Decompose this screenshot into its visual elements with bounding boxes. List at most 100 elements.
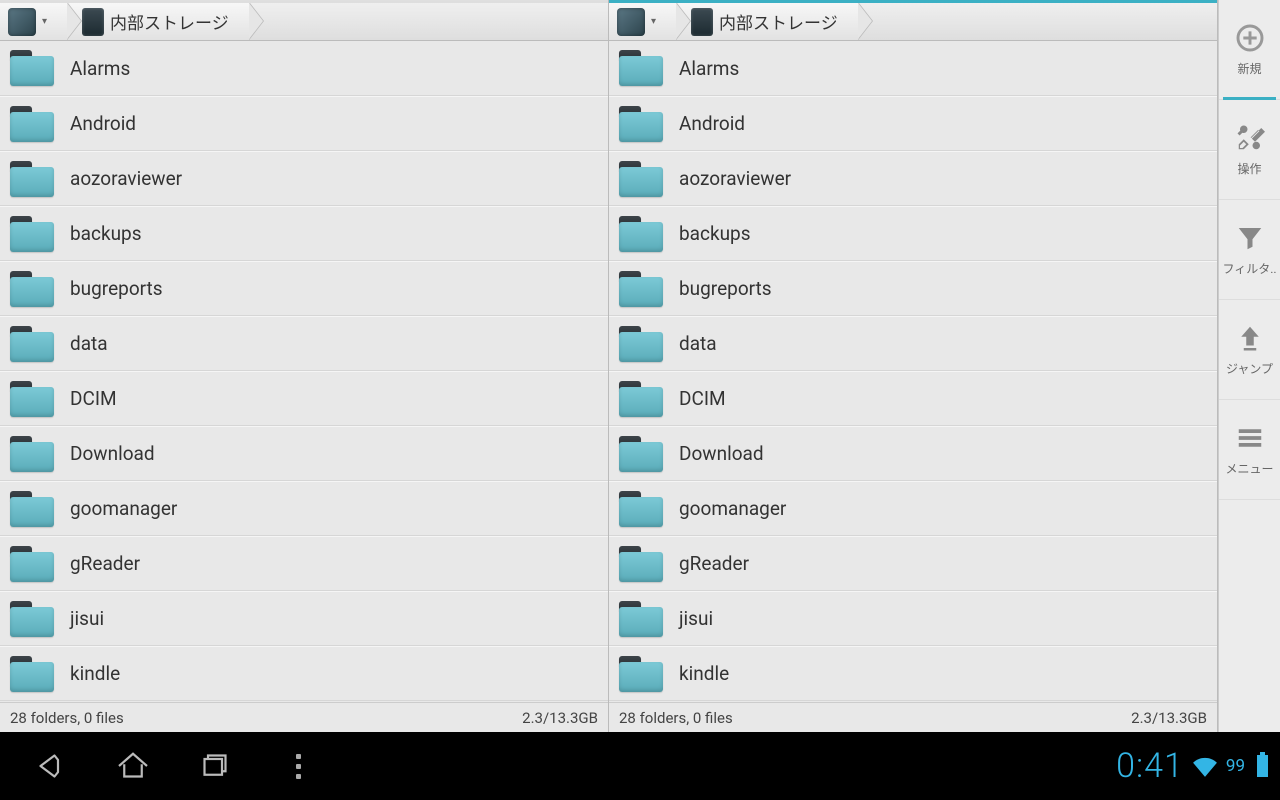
folder-icon [619, 106, 663, 142]
action-sidebar: 新規 操作 フィルタ.. ジャンプ メニュー [1218, 0, 1280, 732]
battery-icon [1257, 755, 1268, 777]
storage-icon [82, 8, 104, 36]
list-item[interactable]: gReader [609, 536, 1217, 591]
filter-icon [1234, 222, 1266, 254]
sidebar-label: メニュー [1225, 460, 1273, 477]
folder-name: data [679, 332, 717, 355]
sidebar-label: 新規 [1237, 60, 1261, 77]
list-item[interactable]: gReader [0, 536, 608, 591]
file-pane-right: ▾ 内部ストレージ Alarms Android aozoraviewer backu… [609, 0, 1218, 732]
sidebar-label: ジャンプ [1226, 360, 1273, 377]
list-item[interactable]: backups [0, 206, 608, 261]
list-item[interactable]: DCIM [609, 371, 1217, 426]
folder-name: Android [70, 112, 136, 135]
folder-icon [619, 436, 663, 472]
folder-icon [10, 271, 54, 307]
file-list[interactable]: Alarms Android aozoraviewer backups bugrepor… [609, 41, 1217, 702]
status-usage: 2.3/13.3GB [522, 709, 598, 727]
back-icon[interactable] [30, 745, 72, 787]
list-item[interactable]: goomanager [609, 481, 1217, 536]
folder-icon [10, 161, 54, 197]
folder-name: Alarms [70, 57, 130, 80]
list-item[interactable]: Download [609, 426, 1217, 481]
folder-name: kindle [70, 662, 120, 685]
folder-name: jisui [70, 607, 104, 630]
device-icon [617, 8, 645, 36]
list-item[interactable]: bugreports [609, 261, 1217, 316]
folder-icon [10, 381, 54, 417]
list-item[interactable]: data [609, 316, 1217, 371]
folder-name: backups [70, 222, 142, 245]
breadcrumb-storage[interactable]: 内部ストレージ [677, 3, 859, 40]
home-icon[interactable] [112, 745, 154, 787]
status-bar: 28 folders, 0 files 2.3/13.3GB [0, 702, 608, 732]
folder-icon [619, 491, 663, 527]
arrow-up-icon [1234, 322, 1266, 354]
breadcrumb-root[interactable]: ▾ [609, 3, 677, 40]
menu-icon [1234, 422, 1266, 454]
sidebar-menu-button[interactable]: メニュー [1219, 400, 1280, 500]
sidebar-ops-button[interactable]: 操作 [1219, 100, 1280, 200]
folder-icon [10, 436, 54, 472]
folder-name: Alarms [679, 57, 739, 80]
list-item[interactable]: aozoraviewer [0, 151, 608, 206]
folder-name: goomanager [70, 497, 177, 520]
folder-icon [619, 601, 663, 637]
breadcrumb-root[interactable]: ▾ [0, 3, 68, 40]
list-item[interactable]: Android [609, 96, 1217, 151]
list-item[interactable]: Android [0, 96, 608, 151]
nav-buttons [0, 745, 301, 787]
list-item[interactable]: bugreports [0, 261, 608, 316]
folder-name: bugreports [679, 277, 772, 300]
folder-name: gReader [679, 552, 749, 575]
folder-name: aozoraviewer [679, 167, 791, 190]
list-item[interactable]: goomanager [0, 481, 608, 536]
sidebar-label: 操作 [1237, 160, 1261, 177]
status-bar: 28 folders, 0 files 2.3/13.3GB [609, 702, 1217, 732]
list-item[interactable]: backups [609, 206, 1217, 261]
list-item[interactable]: Download [0, 426, 608, 481]
folder-icon [10, 546, 54, 582]
folder-name: DCIM [70, 387, 117, 410]
sidebar-filter-button[interactable]: フィルタ.. [1219, 200, 1280, 300]
list-item[interactable]: jisui [609, 591, 1217, 646]
list-item[interactable]: DCIM [0, 371, 608, 426]
breadcrumb-storage[interactable]: 内部ストレージ [68, 3, 250, 40]
folder-name: Android [679, 112, 745, 135]
folder-icon [619, 381, 663, 417]
sidebar-new-button[interactable]: 新規 [1219, 0, 1280, 100]
list-item[interactable]: Alarms [609, 41, 1217, 96]
list-item[interactable]: jisui [0, 591, 608, 646]
system-navbar: 0:41 99 [0, 732, 1280, 800]
status-usage: 2.3/13.3GB [1131, 709, 1207, 727]
status-summary: 28 folders, 0 files [619, 709, 733, 727]
storage-icon [691, 8, 713, 36]
folder-icon [619, 326, 663, 362]
folder-icon [10, 50, 54, 86]
breadcrumb-label: 内部ストレージ [110, 9, 229, 34]
recent-apps-icon[interactable] [194, 745, 236, 787]
list-item[interactable]: kindle [609, 646, 1217, 701]
folder-icon [10, 216, 54, 252]
overflow-menu-icon[interactable] [296, 754, 301, 779]
folder-icon [10, 491, 54, 527]
status-area[interactable]: 0:41 99 [1116, 746, 1280, 786]
folder-icon [619, 271, 663, 307]
folder-icon [10, 106, 54, 142]
wifi-icon [1192, 755, 1218, 777]
folder-name: jisui [679, 607, 713, 630]
folder-icon [619, 656, 663, 692]
list-item[interactable]: Alarms [0, 41, 608, 96]
list-item[interactable]: aozoraviewer [609, 151, 1217, 206]
list-item[interactable]: kindle [0, 646, 608, 701]
app-root: ▾ 内部ストレージ AlarmsAndroidaozoraviewerbacku… [0, 0, 1280, 732]
folder-name: Download [70, 442, 155, 465]
list-item[interactable]: data [0, 316, 608, 371]
folder-icon [619, 161, 663, 197]
sidebar-jump-button[interactable]: ジャンプ [1219, 300, 1280, 400]
folder-icon [10, 326, 54, 362]
folder-name: DCIM [679, 387, 726, 410]
folder-name: kindle [679, 662, 729, 685]
status-summary: 28 folders, 0 files [10, 709, 124, 727]
file-list[interactable]: Alarms Android aozoraviewer backups bugrepor… [0, 41, 608, 702]
